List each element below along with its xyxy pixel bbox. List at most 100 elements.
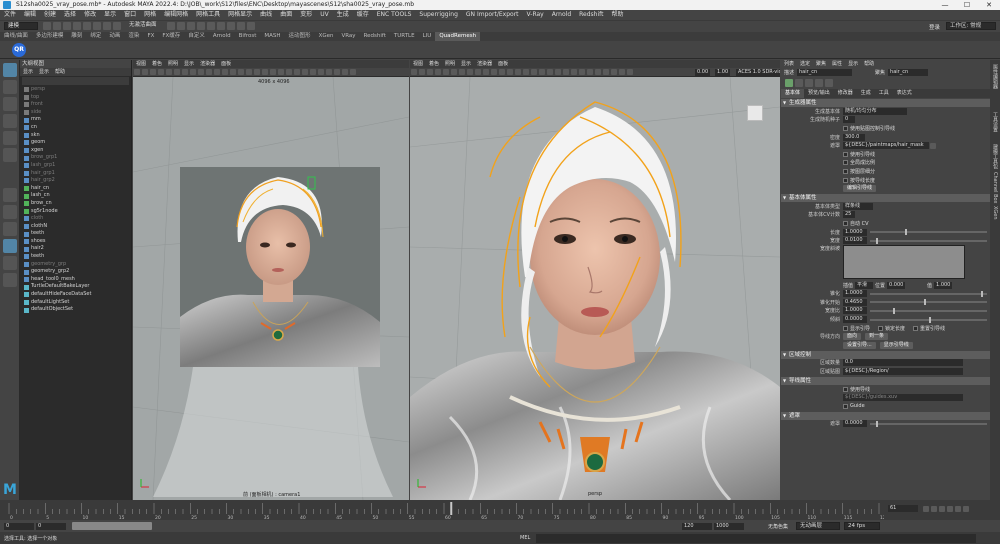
render-settings-icon[interactable] (237, 22, 245, 30)
menu-item[interactable]: 显示 (100, 10, 120, 20)
lock-length-checkbox[interactable] (878, 325, 884, 331)
density-field[interactable]: 300.0 (843, 133, 865, 141)
length-slider[interactable] (870, 229, 987, 236)
viewport-tool-icon[interactable] (443, 69, 449, 75)
viewport-tool-icon[interactable] (262, 69, 268, 75)
outliner-item[interactable]: hair_grp2 (20, 177, 131, 185)
login-link[interactable]: 登录 (929, 23, 940, 31)
use-map-checkbox[interactable] (843, 125, 848, 131)
menu-item[interactable]: 帮助 (608, 10, 628, 20)
opt1-checkbox[interactable] (843, 151, 848, 157)
attribute-menu-item[interactable]: 帮助 (861, 60, 877, 68)
width-scale-slider[interactable] (870, 307, 987, 314)
viewport-tool-icon[interactable] (523, 69, 529, 75)
val-field[interactable]: 1.000 (934, 281, 953, 289)
outliner-item[interactable]: shoes (20, 238, 131, 246)
select-hierarchy-icon[interactable] (93, 22, 101, 30)
menu-item[interactable]: 生成 (333, 10, 353, 20)
outliner-item[interactable]: head_tool0_mesh (20, 276, 131, 284)
menu-item[interactable]: 创建 (40, 10, 60, 20)
outliner-item[interactable]: brow_cn (20, 200, 131, 208)
viewport-tool-icon[interactable] (286, 69, 292, 75)
viewport-tool-icon[interactable] (254, 69, 260, 75)
open-scene-icon[interactable] (53, 22, 61, 30)
char-set-label[interactable]: 无角色集 (768, 523, 788, 530)
viewport-menu-item[interactable]: 照明 (442, 60, 458, 68)
viewport-tool-icon[interactable] (483, 69, 489, 75)
section-generate[interactable]: 生成器属性 (781, 99, 990, 107)
start-frame-field[interactable]: 0 (4, 522, 34, 530)
snap-grid-icon[interactable] (167, 22, 175, 30)
node-name-field[interactable]: hair_cn (797, 69, 853, 76)
close-icon[interactable]: ✕ (978, 0, 1000, 10)
viewport-tool-icon[interactable] (350, 69, 356, 75)
viewport-tool-icon[interactable] (475, 69, 481, 75)
length-field[interactable]: 1.0000 (843, 228, 867, 236)
viewport-tool-icon[interactable] (531, 69, 537, 75)
viewport-menu-item[interactable]: 照明 (165, 60, 181, 68)
viewport-tool-icon[interactable] (427, 69, 433, 75)
menu-item[interactable]: 文件 (0, 10, 20, 20)
workspace-dropdown[interactable]: 工作区: 常规 (946, 22, 996, 30)
current-frame-field[interactable]: 61 (888, 505, 918, 512)
menu-item[interactable]: 编辑 (20, 10, 40, 20)
shelf-tab[interactable]: FX缓存 (158, 32, 184, 41)
face-b-button[interactable]: 到一条 (865, 333, 889, 341)
viewport-tool-icon[interactable] (302, 69, 308, 75)
shelf-tab[interactable]: 动画 (105, 32, 124, 41)
viewport-tool-icon[interactable] (158, 69, 164, 75)
new-scene-icon[interactable] (43, 22, 51, 30)
outliner-item[interactable]: defaultLightSet (20, 299, 131, 307)
rotate-tool-icon[interactable] (2, 131, 17, 145)
refresh-icon[interactable] (795, 79, 803, 87)
outliner-menu-help[interactable]: 帮助 (52, 68, 68, 76)
hypershade-icon[interactable] (247, 22, 255, 30)
width-scale-field[interactable]: 1.0000 (843, 307, 867, 315)
outliner-item[interactable]: mm (20, 116, 131, 124)
outliner-item[interactable]: persp (20, 86, 131, 94)
section-primitive[interactable]: 基本体属性 (781, 193, 990, 202)
exposure-field[interactable]: 0.00 (695, 69, 711, 76)
menu-item[interactable]: Redshift (575, 10, 607, 20)
mel-input[interactable] (536, 533, 977, 543)
seed-field[interactable]: 0 (843, 116, 855, 124)
viewport-tool-icon[interactable] (142, 69, 148, 75)
outliner-layout-icon[interactable] (2, 256, 17, 270)
mask-browse-icon[interactable] (930, 142, 936, 149)
end-frame-field[interactable]: 120 (682, 522, 712, 530)
outliner-item[interactable]: sg5r1node (20, 208, 131, 216)
snap-point-icon[interactable] (187, 22, 195, 30)
viewport-tool-icon[interactable] (611, 69, 617, 75)
viewport-tool-icon[interactable] (491, 69, 497, 75)
viewport-tool-icon[interactable] (318, 69, 324, 75)
anim-end-field[interactable]: 1000 (714, 522, 744, 530)
side-tab-xgen[interactable]: XGen (992, 206, 998, 220)
taper-start-field[interactable]: 0.4650 (843, 298, 867, 306)
region-field[interactable]: 0.0 (843, 359, 963, 367)
outliner-menu-show[interactable]: 显示 (36, 68, 52, 76)
tilt-field[interactable]: 0.0000 (843, 316, 867, 324)
outliner-item[interactable]: xgen (20, 147, 131, 155)
width-field[interactable]: 0.0100 (843, 237, 867, 245)
viewport-tool-icon[interactable] (174, 69, 180, 75)
viewport-tool-icon[interactable] (214, 69, 220, 75)
attribute-menu-item[interactable]: 属性 (829, 60, 845, 68)
viewport-tool-icon[interactable] (467, 69, 473, 75)
viewport-tool-icon[interactable] (547, 69, 553, 75)
move-tool-icon[interactable] (2, 114, 17, 128)
select-component-icon[interactable] (113, 22, 121, 30)
outliner-item[interactable]: cn (20, 124, 131, 132)
attribute-tab[interactable]: 基本体 (781, 89, 805, 98)
outliner-item[interactable]: lash_grp1 (20, 162, 131, 170)
guide-checkbox[interactable] (843, 403, 848, 409)
paint-select-icon[interactable] (2, 97, 17, 111)
go-start-icon[interactable] (923, 506, 929, 512)
menu-item[interactable]: 编辑网格 (160, 10, 192, 20)
shelf-tab[interactable]: TURTLE (390, 32, 419, 41)
outliner-item[interactable]: teeth (20, 230, 131, 238)
viewport-tool-icon[interactable] (198, 69, 204, 75)
play-back-icon[interactable] (939, 506, 945, 512)
viewport-tool-icon[interactable] (419, 69, 425, 75)
viewport-tool-icon[interactable] (515, 69, 521, 75)
viewport-left-canvas[interactable]: 4096 x 4096 前 (面板相机) : camera1 (133, 77, 409, 500)
